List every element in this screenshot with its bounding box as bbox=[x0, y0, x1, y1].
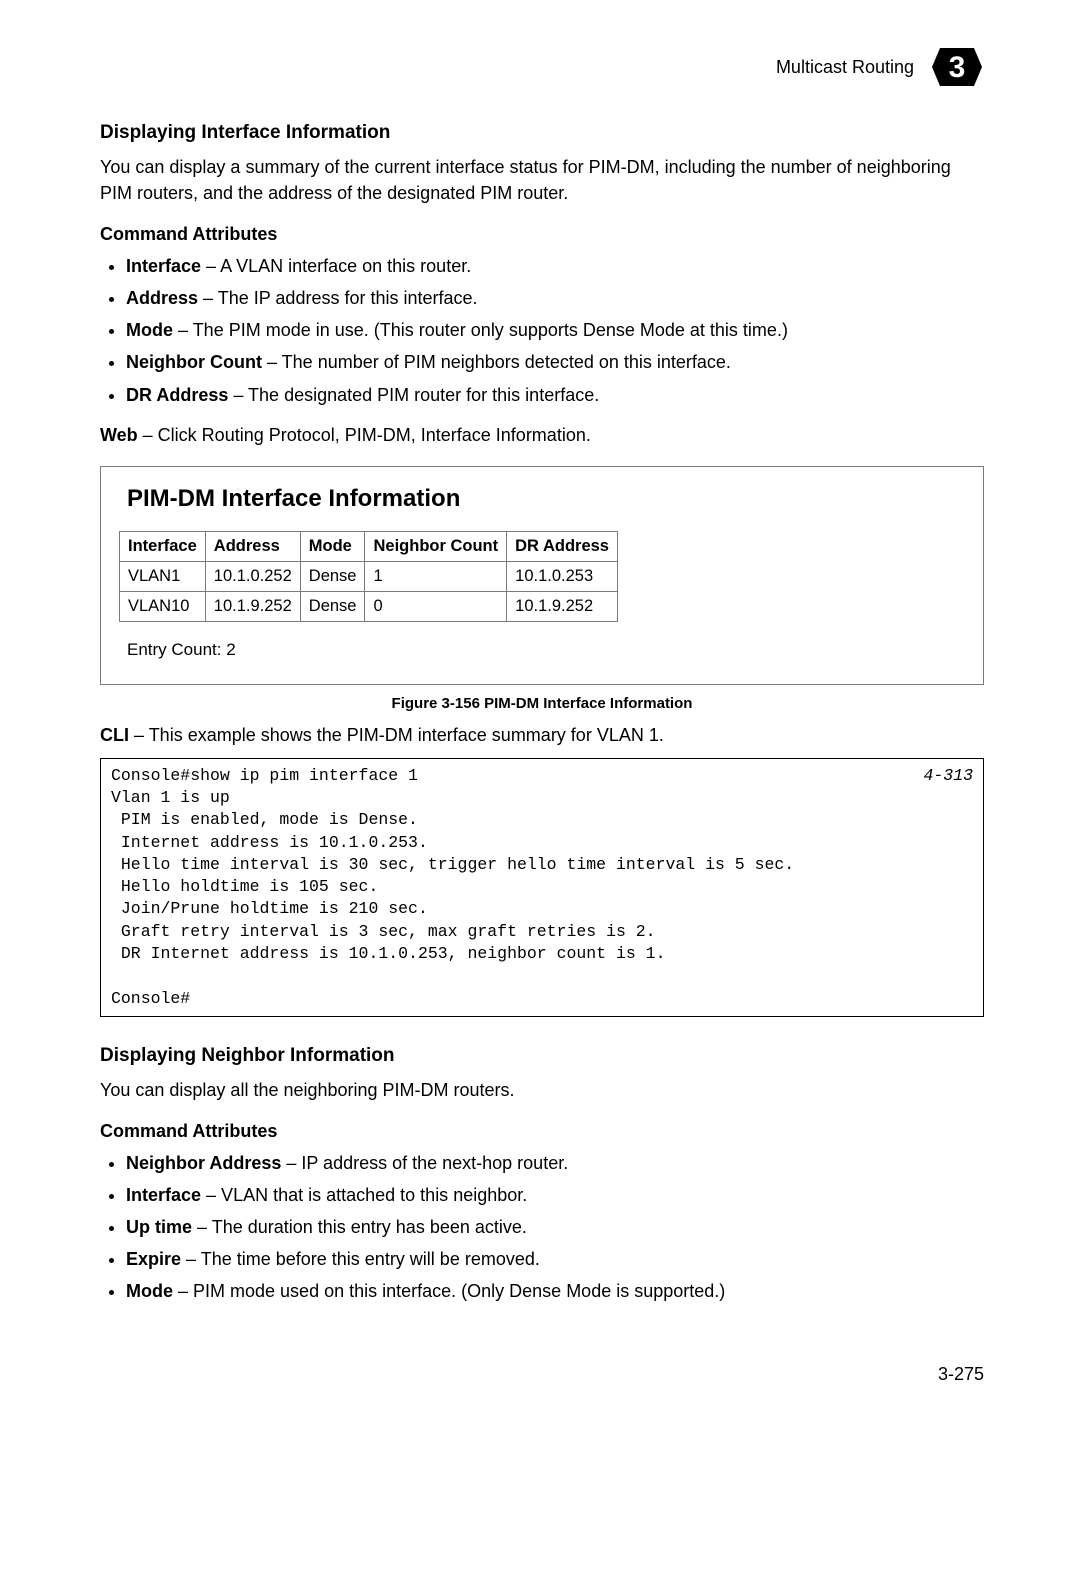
section-heading-interface: Displaying Interface Information bbox=[100, 122, 984, 144]
table-header-row: Interface Address Mode Neighbor Count DR… bbox=[120, 531, 618, 561]
attr-name: Interface bbox=[126, 256, 201, 276]
cell: VLAN10 bbox=[120, 591, 206, 621]
attr-name: Mode bbox=[126, 320, 173, 340]
table-row: VLAN10 10.1.9.252 Dense 0 10.1.9.252 bbox=[120, 591, 618, 621]
list-item: Interface – VLAN that is attached to thi… bbox=[126, 1182, 984, 1208]
figure-caption: Figure 3-156 PIM-DM Interface Informatio… bbox=[100, 695, 984, 712]
cli-text: Console#show ip pim interface 1 Vlan 1 i… bbox=[111, 766, 794, 1008]
list-item: Neighbor Address – IP address of the nex… bbox=[126, 1150, 984, 1176]
cli-output: 4-313 Console#show ip pim interface 1 Vla… bbox=[100, 758, 984, 1017]
panel-title: PIM-DM Interface Information bbox=[127, 485, 965, 513]
cli-label: CLI bbox=[100, 725, 129, 745]
cell: Dense bbox=[300, 561, 365, 591]
cell: 10.1.0.253 bbox=[507, 561, 618, 591]
web-text: – Click Routing Protocol, PIM-DM, Interf… bbox=[138, 425, 591, 445]
command-attributes-heading: Command Attributes bbox=[100, 224, 984, 245]
list-item: Mode – PIM mode used on this interface. … bbox=[126, 1278, 984, 1304]
attribute-list-1: Interface – A VLAN interface on this rou… bbox=[100, 253, 984, 407]
page-number: 3-275 bbox=[100, 1364, 984, 1385]
entry-count: Entry Count: 2 bbox=[127, 640, 965, 660]
list-item: Neighbor Count – The number of PIM neigh… bbox=[126, 349, 984, 375]
web-instruction: Web – Click Routing Protocol, PIM-DM, In… bbox=[100, 422, 984, 448]
attr-desc: – The designated PIM router for this int… bbox=[228, 385, 599, 405]
list-item: DR Address – The designated PIM router f… bbox=[126, 382, 984, 408]
col-dr-address: DR Address bbox=[507, 531, 618, 561]
attr-name: Expire bbox=[126, 1249, 181, 1269]
list-item: Interface – A VLAN interface on this rou… bbox=[126, 253, 984, 279]
attr-desc: – VLAN that is attached to this neighbor… bbox=[201, 1185, 527, 1205]
page-header: Multicast Routing 3 bbox=[100, 40, 984, 94]
list-item: Mode – The PIM mode in use. (This router… bbox=[126, 317, 984, 343]
page-root: Multicast Routing 3 Displaying Interface… bbox=[0, 0, 1080, 1445]
pim-dm-panel: PIM-DM Interface Information Interface A… bbox=[100, 466, 984, 685]
col-interface: Interface bbox=[120, 531, 206, 561]
cell: 10.1.9.252 bbox=[205, 591, 300, 621]
attr-desc: – The time before this entry will be rem… bbox=[181, 1249, 540, 1269]
table-row: VLAN1 10.1.0.252 Dense 1 10.1.0.253 bbox=[120, 561, 618, 591]
cell: VLAN1 bbox=[120, 561, 206, 591]
command-attributes-heading-2: Command Attributes bbox=[100, 1121, 984, 1142]
attr-desc: – PIM mode used on this interface. (Only… bbox=[173, 1281, 725, 1301]
section-intro-neighbor: You can display all the neighboring PIM-… bbox=[100, 1077, 984, 1103]
cell: 10.1.9.252 bbox=[507, 591, 618, 621]
attribute-list-2: Neighbor Address – IP address of the nex… bbox=[100, 1150, 984, 1304]
col-address: Address bbox=[205, 531, 300, 561]
section-heading-neighbor: Displaying Neighbor Information bbox=[100, 1045, 984, 1067]
cell: Dense bbox=[300, 591, 365, 621]
list-item: Expire – The time before this entry will… bbox=[126, 1246, 984, 1272]
section-intro: You can display a summary of the current… bbox=[100, 154, 984, 206]
cell: 0 bbox=[365, 591, 507, 621]
attr-name: Address bbox=[126, 288, 198, 308]
attr-desc: – The number of PIM neighbors detected o… bbox=[262, 352, 731, 372]
col-neighbor-count: Neighbor Count bbox=[365, 531, 507, 561]
cli-intro-text: – This example shows the PIM-DM interfac… bbox=[129, 725, 664, 745]
attr-desc: – The IP address for this interface. bbox=[198, 288, 477, 308]
list-item: Up time – The duration this entry has be… bbox=[126, 1214, 984, 1240]
col-mode: Mode bbox=[300, 531, 365, 561]
attr-name: Mode bbox=[126, 1281, 173, 1301]
cell: 1 bbox=[365, 561, 507, 591]
attr-desc: – IP address of the next-hop router. bbox=[281, 1153, 568, 1173]
chapter-number: 3 bbox=[949, 51, 966, 84]
attr-desc: – A VLAN interface on this router. bbox=[201, 256, 471, 276]
web-label: Web bbox=[100, 425, 138, 445]
attr-desc: – The PIM mode in use. (This router only… bbox=[173, 320, 788, 340]
attr-name: Interface bbox=[126, 1185, 201, 1205]
attr-name: DR Address bbox=[126, 385, 228, 405]
cell: 10.1.0.252 bbox=[205, 561, 300, 591]
attr-name: Neighbor Count bbox=[126, 352, 262, 372]
cli-reference: 4-313 bbox=[923, 765, 973, 787]
attr-name: Up time bbox=[126, 1217, 192, 1237]
breadcrumb: Multicast Routing bbox=[776, 57, 914, 78]
attr-desc: – The duration this entry has been activ… bbox=[192, 1217, 527, 1237]
attr-name: Neighbor Address bbox=[126, 1153, 281, 1173]
cli-intro: CLI – This example shows the PIM-DM inte… bbox=[100, 722, 984, 748]
chapter-badge-icon: 3 bbox=[930, 40, 984, 94]
list-item: Address – The IP address for this interf… bbox=[126, 285, 984, 311]
interface-table: Interface Address Mode Neighbor Count DR… bbox=[119, 531, 618, 622]
